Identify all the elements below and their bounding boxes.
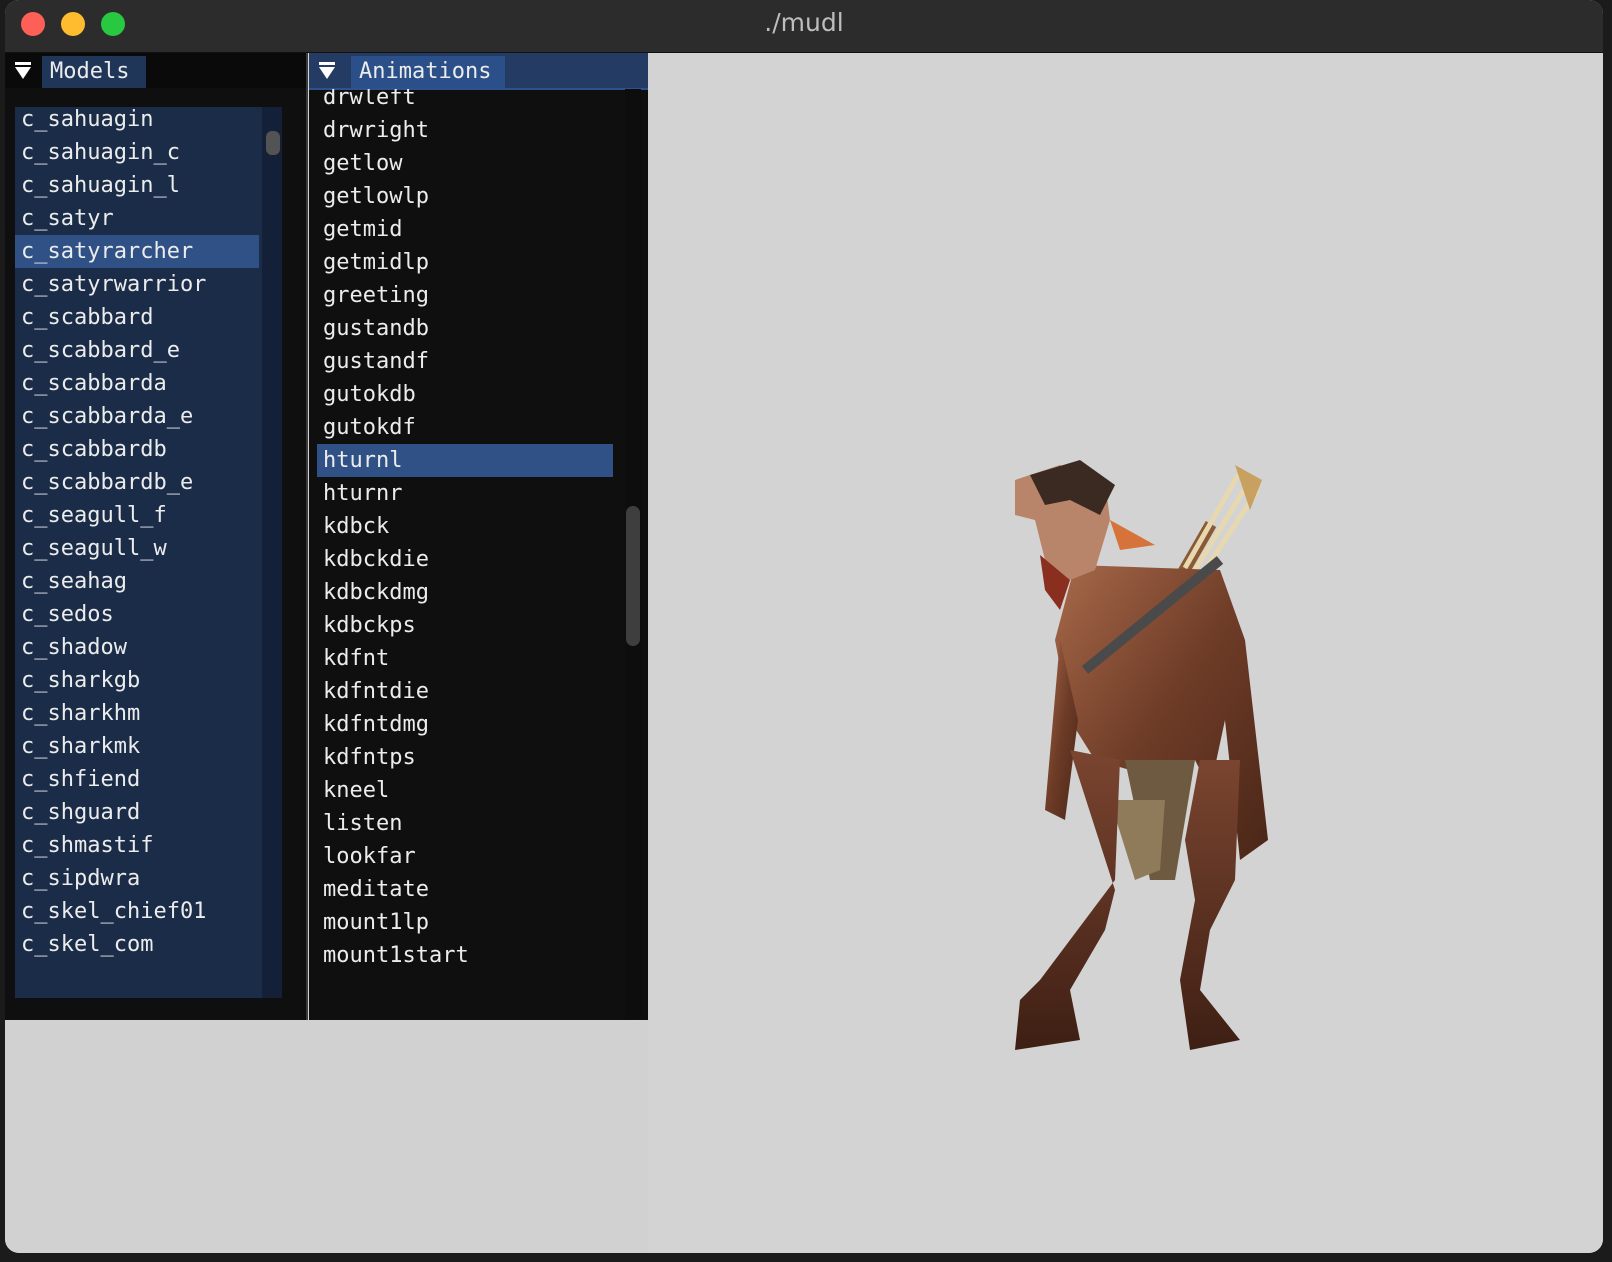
models-list[interactable]: c_sahuagin c_sahuagin_c c_sahuagin_l c_saty… — [15, 107, 262, 998]
model-list-item[interactable]: c_sharkgb — [15, 664, 259, 697]
animation-list-item[interactable]: drwright — [317, 114, 613, 147]
model-list-item[interactable]: c_skel_com — [15, 928, 259, 961]
animations-scrollbar[interactable] — [625, 89, 641, 1019]
model-list-item[interactable]: c_scabbarda — [15, 367, 259, 400]
animation-list-item[interactable]: kdfntps — [317, 741, 613, 774]
animation-list-item[interactable]: getmidlp — [317, 246, 613, 279]
model-list-item[interactable]: c_sahuagin_c — [15, 136, 259, 169]
model-list-item[interactable]: c_sipdwra — [15, 862, 259, 895]
model-list-item[interactable]: c_scabbarda_e — [15, 400, 259, 433]
animation-list-item[interactable]: getmid — [317, 213, 613, 246]
models-panel: Models c_sahuagin c_sahuagin_c c_sahuagin_… — [5, 53, 308, 1020]
collapse-triangle-icon[interactable] — [319, 62, 335, 80]
animation-list-item[interactable]: mount1start — [317, 939, 613, 972]
animation-list-item[interactable]: kdbckdie — [317, 543, 613, 576]
animation-list-item[interactable]: getlowlp — [317, 180, 613, 213]
title-bar[interactable]: ./mudl — [5, 0, 1603, 53]
model-list-item[interactable]: c_seagull_f — [15, 499, 259, 532]
app-window: ./mudl Models c_sahuagin c_sahuagin_c c_sa… — [5, 0, 1603, 1253]
animation-list-item[interactable]: drwleft — [317, 89, 613, 114]
model-list-item[interactable]: c_scabbardb — [15, 433, 259, 466]
model-list-item[interactable]: c_shadow — [15, 631, 259, 664]
model-list-item[interactable]: c_scabbard — [15, 301, 259, 334]
animation-list-item[interactable]: hturnl — [317, 444, 613, 477]
animation-list-item[interactable]: getlow — [317, 147, 613, 180]
model-list-item[interactable]: c_skel_chief01 — [15, 895, 259, 928]
satyr-archer-model — [1015, 460, 1268, 1050]
model-list-item[interactable]: c_satyr — [15, 202, 259, 235]
animation-list-item[interactable]: gustandb — [317, 312, 613, 345]
model-list-item[interactable]: c_sharkhm — [15, 697, 259, 730]
animation-list-item[interactable]: kdbckdmg — [317, 576, 613, 609]
empty-canvas-area — [5, 1020, 648, 1253]
animation-list-item[interactable]: hturnr — [317, 477, 613, 510]
model-list-item[interactable]: c_sharkmk — [15, 730, 259, 763]
animations-panel: Animations drwleft drwright getlow getlowlp… — [309, 53, 648, 1020]
animation-list-item[interactable]: kdbckps — [317, 609, 613, 642]
animation-list-item[interactable]: meditate — [317, 873, 613, 906]
desktop-edge — [0, 1253, 1612, 1262]
model-list-item[interactable]: c_shmastif — [15, 829, 259, 862]
animation-list-item[interactable]: gustandf — [317, 345, 613, 378]
animation-list-item[interactable]: lookfar — [317, 840, 613, 873]
animation-list-item[interactable]: greeting — [317, 279, 613, 312]
animations-panel-header[interactable]: Animations — [309, 53, 648, 90]
animations-list[interactable]: drwleft drwright getlow getlowlp getmid getmi… — [317, 89, 617, 1019]
collapse-triangle-icon[interactable] — [15, 62, 31, 80]
animation-list-item[interactable]: kdbck — [317, 510, 613, 543]
models-panel-header[interactable]: Models — [5, 53, 306, 88]
models-scrollbar-thumb[interactable] — [266, 131, 280, 155]
model-list-item[interactable]: c_sahuagin_l — [15, 169, 259, 202]
animations-tab[interactable]: Animations — [351, 56, 505, 88]
model-list-item[interactable]: c_shguard — [15, 796, 259, 829]
model-list-item[interactable]: c_sedos — [15, 598, 259, 631]
animation-list-item[interactable]: gutokdb — [317, 378, 613, 411]
model-list-item[interactable]: c_seahag — [15, 565, 259, 598]
model-list-item[interactable]: c_scabbard_e — [15, 334, 259, 367]
model-list-item[interactable]: c_seagull_w — [15, 532, 259, 565]
model-list-item[interactable]: c_satyrwarrior — [15, 268, 259, 301]
animation-list-item[interactable]: kdfnt — [317, 642, 613, 675]
models-tab[interactable]: Models — [42, 56, 146, 88]
model-list-item[interactable]: c_shfiend — [15, 763, 259, 796]
animation-list-item[interactable]: mount1lp — [317, 906, 613, 939]
animation-list-item[interactable]: kneel — [317, 774, 613, 807]
model-list-item[interactable]: c_scabbardb_e — [15, 466, 259, 499]
model-list-item[interactable]: c_sahuagin — [15, 107, 259, 136]
window-title: ./mudl — [764, 8, 844, 37]
animation-list-item[interactable]: listen — [317, 807, 613, 840]
animation-list-item[interactable]: gutokdf — [317, 411, 613, 444]
animations-scrollbar-thumb[interactable] — [626, 506, 640, 646]
animation-list-item[interactable]: kdfntdie — [317, 675, 613, 708]
model-list-item[interactable]: c_satyrarcher — [15, 235, 259, 268]
animation-list-item[interactable]: kdfntdmg — [317, 708, 613, 741]
models-scrollbar[interactable] — [262, 107, 282, 998]
